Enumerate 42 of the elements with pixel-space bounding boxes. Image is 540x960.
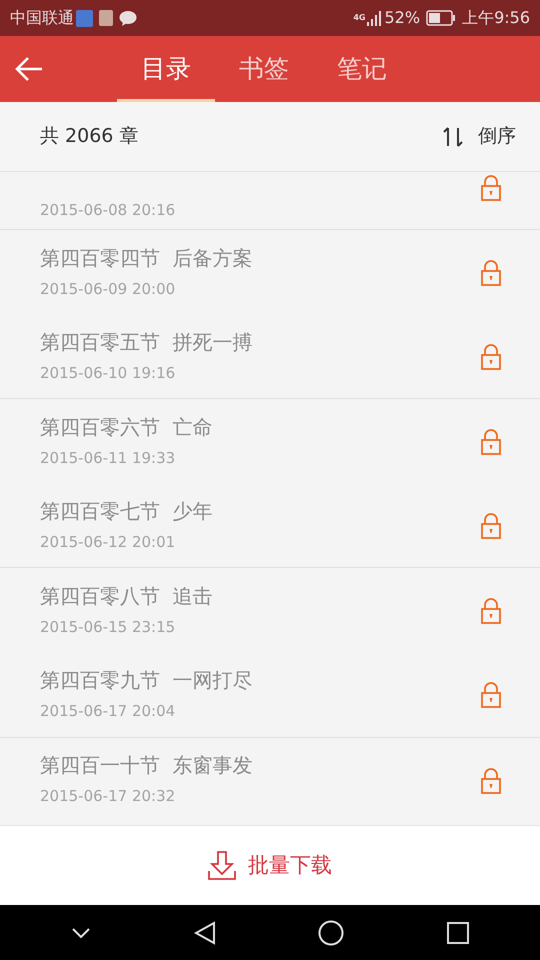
chapter-row[interactable]: 第四百零五节 拼死一搏 2015-06-10 19:16: [0, 314, 540, 398]
chapter-row[interactable]: 第四百零八节 追击 2015-06-15 23:15: [0, 567, 540, 652]
sort-order-button[interactable]: 倒序: [442, 122, 516, 151]
chapter-title: 第四百零六节 亡命: [40, 414, 214, 439]
chapter-date: 2015-06-17 20:32: [40, 787, 176, 806]
chapter-row[interactable]: 第四百一十节 东窗事发 2015-06-17 20:32: [0, 736, 540, 822]
tab[interactable]: 书签: [215, 36, 313, 102]
chapter-row[interactable]: 第四百零六节 亡命 2015-06-11 19:33: [0, 398, 540, 483]
download-icon: [208, 850, 236, 880]
back-arrow-icon[interactable]: [14, 56, 44, 82]
back-triangle-icon[interactable]: [194, 920, 216, 944]
chapter-title: 第四百零九节 一网打尽: [40, 668, 254, 692]
recents-square-icon[interactable]: [446, 922, 469, 944]
sort-icon: [442, 126, 464, 148]
clock-time: 上午9:56: [462, 7, 530, 29]
battery-percent: 52%: [384, 7, 420, 29]
chapter-date: 2015-06-12 20:01: [40, 533, 176, 552]
carrier-name: 中国联通: [10, 7, 74, 29]
chapter-date: 2015-06-11 19:33: [40, 448, 176, 467]
chapter-date: 2015-06-08 20:16: [40, 201, 176, 219]
chapter-date: 2015-06-15 23:15: [40, 618, 176, 636]
battery-icon: [426, 10, 456, 26]
chapter-row[interactable]: 第四百零七节 少年 2015-06-12 20:01: [0, 482, 540, 568]
chapter-row[interactable]: 第四百零四节 后备方案 2015-06-09 20:00: [0, 229, 540, 314]
chapter-title: 第四百零四节 后备方案: [40, 246, 254, 270]
batch-download-button[interactable]: 批量下载: [202, 846, 338, 886]
chapter-title: 第四百一十节 东窗事发: [40, 753, 254, 778]
tab[interactable]: 笔记: [313, 36, 411, 102]
signal-icon: [366, 10, 382, 26]
home-circle-icon[interactable]: [318, 920, 344, 946]
chapter-title: 第四百零七节 少年: [40, 499, 214, 524]
chapter-date: 2015-06-17 20:04: [40, 702, 176, 720]
chapter-row[interactable]: 第四百零九节 一网打尽 2015-06-17 20:04: [0, 652, 540, 737]
chapter-title: 第四百零八节 追击: [40, 584, 214, 608]
chapter-count: 共 2066 章: [40, 124, 138, 150]
network-label: 4G: [353, 14, 366, 22]
chapter-date: 2015-06-10 19:16: [40, 364, 176, 382]
chat-icon: [119, 10, 137, 26]
collapse-chevron-icon[interactable]: [71, 926, 92, 938]
chapter-date: 2015-06-09 20:00: [40, 280, 176, 298]
chapter-title: 第四百零五节 拼死一搏: [40, 330, 254, 354]
chapter-row[interactable]: 2015-06-08 20:16: [0, 172, 540, 229]
